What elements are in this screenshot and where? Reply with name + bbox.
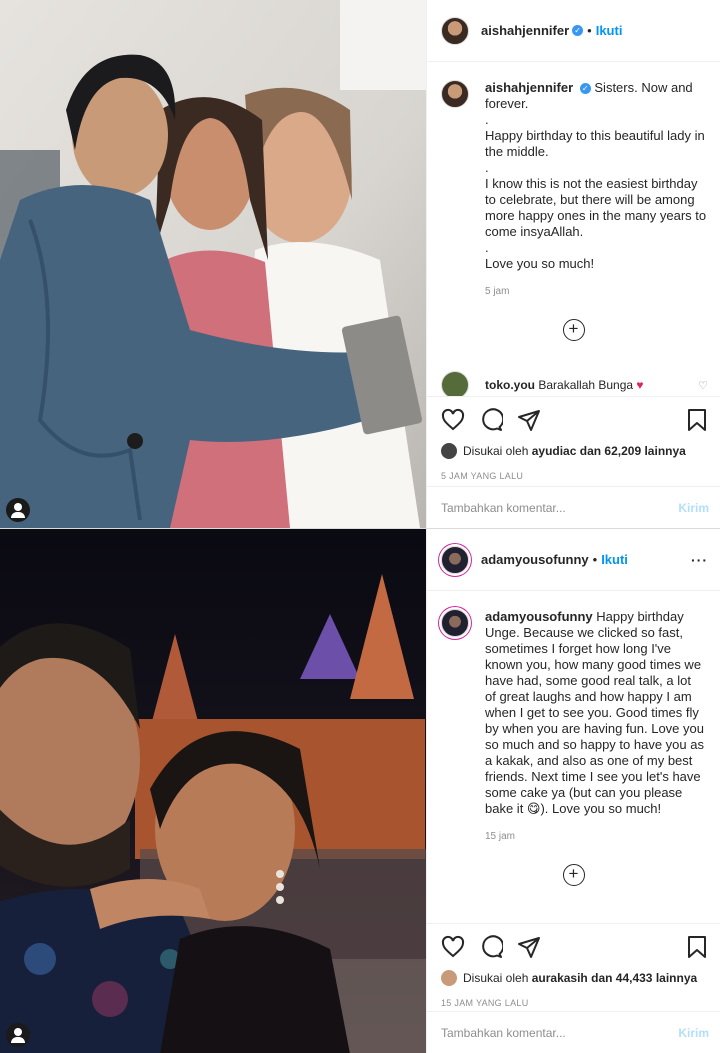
action-icons	[441, 407, 709, 433]
likes-count[interactable]: dan 44,433 lainnya	[591, 971, 697, 985]
tagged-user-icon[interactable]	[6, 1023, 30, 1047]
caption-time: 5 jam	[485, 286, 510, 297]
post-time[interactable]: 5 JAM YANG LALU	[441, 471, 709, 481]
comment-body: toko.you Barakallah Bunga ♥	[485, 378, 644, 392]
caption-line: .	[485, 240, 489, 255]
avatar[interactable]	[441, 545, 469, 574]
heart-emoji-icon: ♥	[636, 378, 644, 392]
post-photo-temple-night[interactable]	[0, 529, 426, 1053]
username[interactable]: aishahjennifer	[481, 23, 569, 38]
caption-username[interactable]: adamyousofunny	[485, 609, 593, 624]
bookmark-icon[interactable]	[685, 935, 709, 959]
caption-line: Happy birthday to this beautiful lady in…	[485, 128, 705, 159]
post-1-sidebar: aishahjennifer ✓ • Ikuti aishahjennifer …	[426, 0, 720, 528]
add-comment-bar: Tambahkan komentar... Kirim	[427, 1011, 720, 1053]
post-2-sidebar: adamyousofunny • Ikuti ··· adamyousofunn…	[426, 529, 720, 1053]
liker-avatar[interactable]	[441, 443, 457, 459]
add-comment-bar: Tambahkan komentar... Kirim	[427, 486, 720, 528]
avatar[interactable]	[441, 609, 469, 637]
comment: toko.you Barakallah Bunga ♥ ♡	[427, 371, 720, 399]
liker-avatar[interactable]	[441, 970, 457, 986]
post-2: adamyousofunny • Ikuti ··· adamyousofunn…	[0, 528, 720, 1053]
post-actions: Disukai oleh aurakasih dan 44,433 lainny…	[427, 923, 720, 1008]
comment-text: Barakallah Bunga	[538, 378, 634, 392]
share-icon[interactable]	[517, 935, 541, 959]
post-comment-button[interactable]: Kirim	[678, 501, 709, 515]
add-comment-icon[interactable]: +	[562, 864, 585, 886]
photo-image	[0, 0, 426, 528]
comment-icon[interactable]	[479, 408, 503, 432]
like-comment-icon[interactable]: ♡	[698, 379, 708, 392]
post-time[interactable]: 15 JAM YANG LALU	[441, 998, 709, 1008]
caption-line: Love you so much!	[485, 256, 595, 271]
verified-icon: ✓	[572, 25, 584, 36]
comment-icon[interactable]	[479, 935, 503, 959]
tagged-user-icon[interactable]	[6, 498, 30, 522]
caption-text: aishahjennifer ✓ Sisters. Now and foreve…	[485, 80, 708, 272]
separator-dot: •	[587, 23, 592, 38]
follow-button[interactable]: Ikuti	[596, 23, 623, 38]
likes-prefix: Disukai oleh	[463, 444, 529, 458]
add-comment-input[interactable]: Tambahkan komentar...	[441, 501, 566, 515]
photo-image	[0, 529, 426, 1053]
post-photo-sisters[interactable]	[0, 0, 426, 528]
comment-username[interactable]: toko.you	[485, 378, 535, 392]
share-icon[interactable]	[517, 408, 541, 432]
likes-prefix: Disukai oleh	[463, 971, 529, 985]
add-comment-icon[interactable]: +	[562, 319, 585, 341]
caption-username[interactable]: aishahjennifer	[485, 80, 573, 95]
caption-time: 15 jam	[485, 831, 516, 842]
heart-icon[interactable]	[441, 408, 465, 432]
post-actions: Disukai oleh ayudiac dan 62,209 lainnya …	[427, 396, 720, 481]
caption-line: .	[485, 112, 489, 127]
post-header: aishahjennifer ✓ • Ikuti	[427, 0, 720, 62]
caption-line: I know this is not the easiest birthday …	[485, 176, 707, 239]
post-1: aishahjennifer ✓ • Ikuti aishahjennifer …	[0, 0, 720, 528]
likes-count[interactable]: dan 62,209 lainnya	[580, 444, 686, 458]
more-options-icon[interactable]: ···	[691, 552, 708, 568]
verified-icon: ✓	[579, 83, 591, 95]
liker-username[interactable]: ayudiac	[532, 444, 577, 458]
action-icons	[441, 934, 709, 960]
caption-text: adamyousofunny Happy birthday Unge. Beca…	[485, 609, 705, 817]
separator-dot: •	[592, 552, 598, 567]
likes-summary: Disukai oleh ayudiac dan 62,209 lainnya	[441, 443, 709, 459]
caption: aishahjennifer ✓ Sisters. Now and foreve…	[427, 62, 720, 272]
caption-line: .	[485, 160, 489, 175]
add-comment-input[interactable]: Tambahkan komentar...	[441, 1026, 566, 1040]
heart-icon[interactable]	[441, 935, 465, 959]
liker-username[interactable]: aurakasih	[532, 971, 588, 985]
post-comment-button[interactable]: Kirim	[678, 1026, 709, 1040]
avatar[interactable]	[441, 80, 469, 108]
caption-body: Happy birthday Unge. Because we clicked …	[485, 609, 704, 816]
likes-summary: Disukai oleh aurakasih dan 44,433 lainny…	[441, 970, 709, 986]
follow-button[interactable]: Ikuti	[601, 552, 628, 567]
comments-area: adamyousofunny Happy birthday Unge. Beca…	[427, 591, 720, 886]
username[interactable]: adamyousofunny	[481, 552, 589, 567]
caption: adamyousofunny Happy birthday Unge. Beca…	[427, 591, 720, 817]
comments-area: aishahjennifer ✓ Sisters. Now and foreve…	[427, 62, 720, 399]
bookmark-icon[interactable]	[685, 408, 709, 432]
post-header: adamyousofunny • Ikuti ···	[427, 529, 720, 591]
avatar[interactable]	[441, 16, 469, 45]
avatar[interactable]	[441, 371, 469, 399]
